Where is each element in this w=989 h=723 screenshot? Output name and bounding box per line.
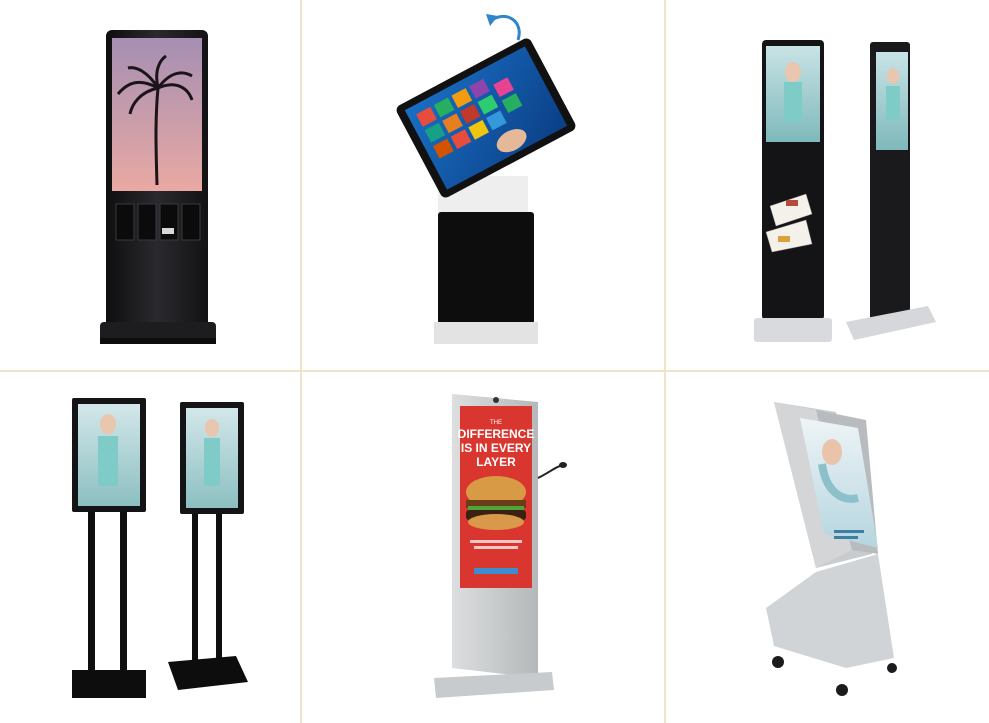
product-cell-charging-kiosk[interactable]	[0, 0, 300, 370]
product-cell-advertising-totem[interactable]: THE DIFFERENCE IS IN EVERY LAYER	[302, 372, 664, 723]
ad-text-line1: THE	[490, 420, 502, 426]
burger-icon	[466, 476, 526, 530]
poster-display-image	[754, 40, 936, 342]
advertising-totem-image: THE DIFFERENCE IS IN EVERY LAYER	[434, 394, 567, 698]
ad-text-line3: IS IN EVERY	[461, 441, 531, 455]
product-cell-rotating-kiosk[interactable]	[302, 0, 664, 370]
tilted-kiosk-image	[766, 402, 897, 696]
dual-pole-display-image	[72, 398, 248, 698]
charging-kiosk-image	[100, 30, 216, 344]
product-gallery: THE DIFFERENCE IS IN EVERY LAYER	[0, 0, 989, 723]
ad-text-line2: DIFFERENCE	[458, 427, 535, 441]
product-cell-dual-pole-display[interactable]	[0, 372, 300, 723]
ad-text-line4: LAYER	[476, 455, 516, 469]
product-cell-tilted-kiosk[interactable]	[666, 372, 989, 723]
product-cell-poster-display[interactable]	[666, 0, 989, 370]
rotating-kiosk-image	[396, 14, 576, 344]
